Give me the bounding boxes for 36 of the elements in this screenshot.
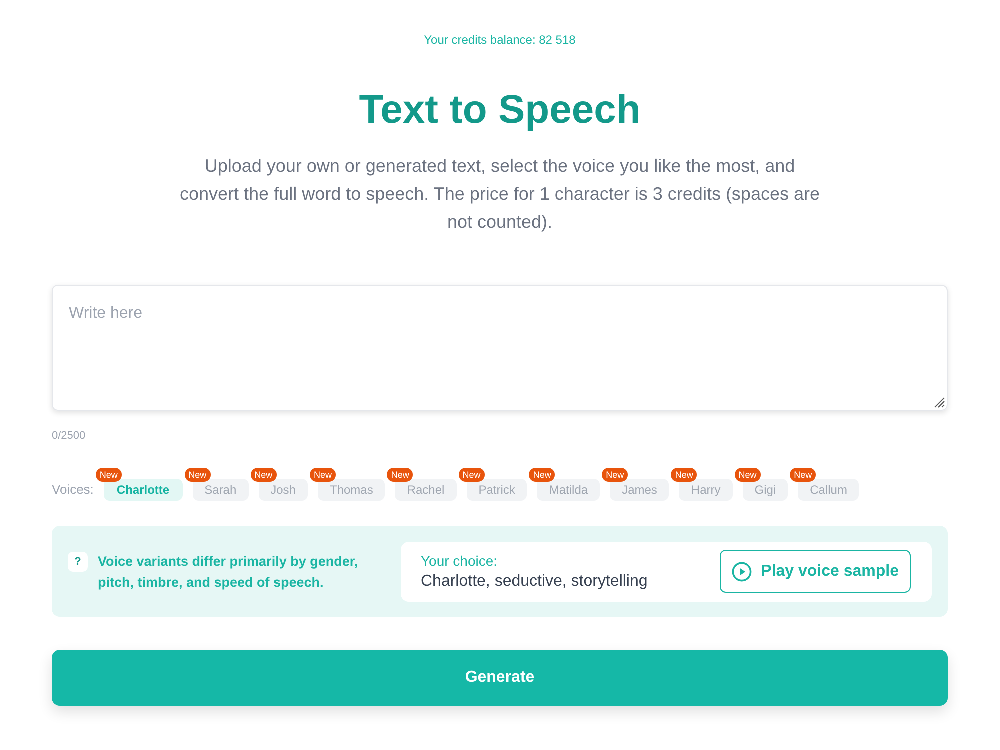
resize-handle-icon[interactable]: [934, 397, 945, 408]
voice-chip[interactable]: Callum: [798, 479, 860, 501]
new-badge: New: [184, 468, 211, 482]
help-badge: ?: [68, 552, 88, 572]
voices-label: Voices:: [52, 481, 94, 499]
generate-button[interactable]: Generate: [52, 650, 948, 706]
new-badge: New: [250, 468, 277, 482]
voice-chip[interactable]: Patrick: [466, 479, 528, 501]
new-badge: New: [790, 468, 816, 482]
new-badge: New: [671, 468, 698, 482]
voice-chip[interactable]: Sarah: [192, 479, 249, 501]
voice-chip[interactable]: Charlotte: [104, 479, 183, 501]
voice-chip[interactable]: Gigi: [742, 479, 788, 501]
voice-chip[interactable]: Rachel: [395, 479, 457, 501]
play-sample-button[interactable]: Play voice sample: [720, 550, 911, 593]
page-title: Text to Speech: [359, 87, 641, 134]
voice-chip[interactable]: Harry: [679, 479, 733, 501]
credits-balance: Your credits balance: 82 518: [424, 32, 576, 49]
new-badge: New: [734, 468, 761, 482]
new-badge: New: [529, 468, 556, 482]
page-description: Upload your own or generated text, select the voice you like the most, and convert the full word to speech. The price for 1 character is 3 credits (spaces are not counted).: [180, 155, 820, 234]
choice-label: Your choice:: [421, 552, 499, 570]
choice-value: Charlotte, seductive, storytelling: [421, 572, 648, 592]
new-badge: New: [602, 468, 628, 482]
new-badge: New: [458, 468, 485, 482]
new-badge: New: [310, 468, 336, 482]
text-input[interactable]: Write here: [52, 285, 948, 411]
play-circle-icon: [732, 562, 752, 582]
new-badge: New: [96, 468, 122, 482]
voice-chip[interactable]: James: [610, 479, 670, 501]
voice-hint: Voice variants differ primarily by gender, pitch, timbre, and speed of speech.: [98, 552, 360, 592]
character-counter: 0/2500: [52, 429, 87, 444]
voice-chip[interactable]: Josh: [258, 479, 308, 501]
new-badge: New: [387, 468, 414, 482]
voice-chip[interactable]: Matilda: [537, 479, 600, 501]
voice-chip[interactable]: Thomas: [318, 479, 386, 501]
